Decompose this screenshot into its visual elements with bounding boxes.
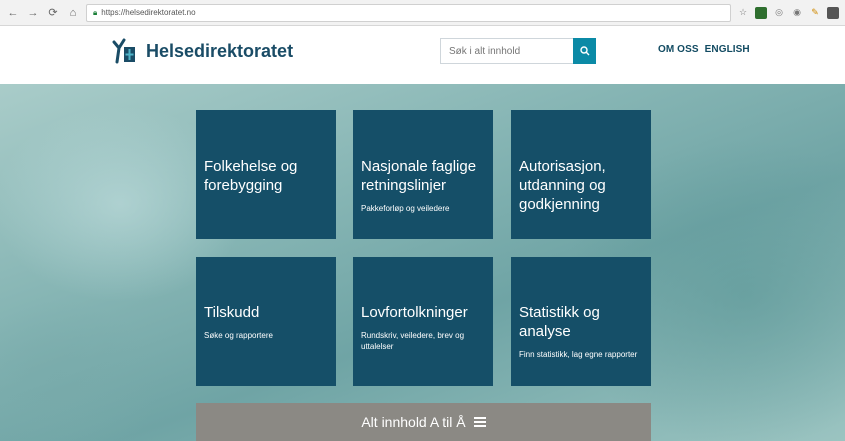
search-button[interactable] <box>573 38 596 64</box>
browser-toolbar: ← → ⟳ ⌂ 🔒︎ https://helsedirektoratet.no … <box>0 0 845 26</box>
all-content-label: Alt innhold A til Å <box>361 414 466 430</box>
search-icon <box>579 46 589 56</box>
nav-about[interactable]: OM OSS <box>658 44 699 55</box>
home-icon[interactable]: ⌂ <box>66 6 80 20</box>
site-logo[interactable]: Helsedirektoratet <box>110 36 293 66</box>
tile-subtitle: Finn statistikk, lag egne rapporter <box>519 350 638 359</box>
logo-mark-icon <box>112 38 135 64</box>
address-url: https://helsedirektoratet.no <box>101 8 196 17</box>
tile-lovfortolkninger[interactable]: Lovfortolkninger Rundskriv, veiledere, b… <box>353 257 493 386</box>
extension-icon[interactable]: ✎ <box>809 7 821 19</box>
search-box <box>440 38 596 64</box>
tile-title: Statistikk og analyse <box>519 304 600 340</box>
address-bar[interactable]: 🔒︎ https://helsedirektoratet.no <box>86 3 731 22</box>
hamburger-icon <box>473 417 486 427</box>
tile-folkehelse[interactable]: Folkehelse og forebygging <box>196 110 336 239</box>
bookmark-star-icon[interactable]: ☆ <box>737 7 749 19</box>
tile-subtitle: Pakkeforløp og veiledere <box>361 204 450 213</box>
tile-subtitle: Søke og rapportere <box>204 331 273 340</box>
tile-title: Autorisasjon, utdanning og godkjenning <box>519 158 606 213</box>
tile-statistikk[interactable]: Statistikk og analyse Finn statistikk, l… <box>511 257 651 386</box>
extension-icon[interactable]: ◎ <box>773 7 785 19</box>
tile-tilskudd[interactable]: Tilskudd Søke og rapportere <box>196 257 336 386</box>
tile-title: Lovfortolkninger <box>361 304 468 321</box>
forward-arrow-icon[interactable]: → <box>26 6 40 20</box>
extension-icon[interactable] <box>755 6 767 19</box>
tile-autorisasjon[interactable]: Autorisasjon, utdanning og godkjenning <box>511 110 651 239</box>
tile-title: Nasjonale faglige retningslinjer <box>361 158 477 194</box>
nav-english[interactable]: ENGLISH <box>705 44 750 55</box>
tile-subtitle: Rundskriv, veiledere, brev og uttalelser <box>361 331 465 351</box>
site-header: Helsedirektoratet OM OSS ENGLISH <box>0 26 845 84</box>
tile-title: Folkehelse og forebygging <box>204 158 298 194</box>
extensions-area: ☆ ◎ ◉ ✎ <box>737 6 839 19</box>
search-input[interactable] <box>440 38 573 64</box>
tile-title: Tilskudd <box>204 304 260 321</box>
all-content-button[interactable]: Alt innhold A til Å <box>196 403 651 441</box>
logo-text: Helsedirektoratet <box>146 40 294 61</box>
top-navigation: OM OSS ENGLISH <box>658 44 750 55</box>
hero-section: Folkehelse og forebygging Nasjonale fagl… <box>0 84 845 441</box>
menu-icon[interactable] <box>827 6 839 19</box>
lock-icon: 🔒︎ <box>93 7 98 17</box>
extension-icon[interactable]: ◉ <box>791 7 803 19</box>
tile-retningslinjer[interactable]: Nasjonale faglige retningslinjer Pakkefo… <box>353 110 493 239</box>
reload-icon[interactable]: ⟳ <box>46 6 60 20</box>
back-arrow-icon[interactable]: ← <box>6 6 20 20</box>
